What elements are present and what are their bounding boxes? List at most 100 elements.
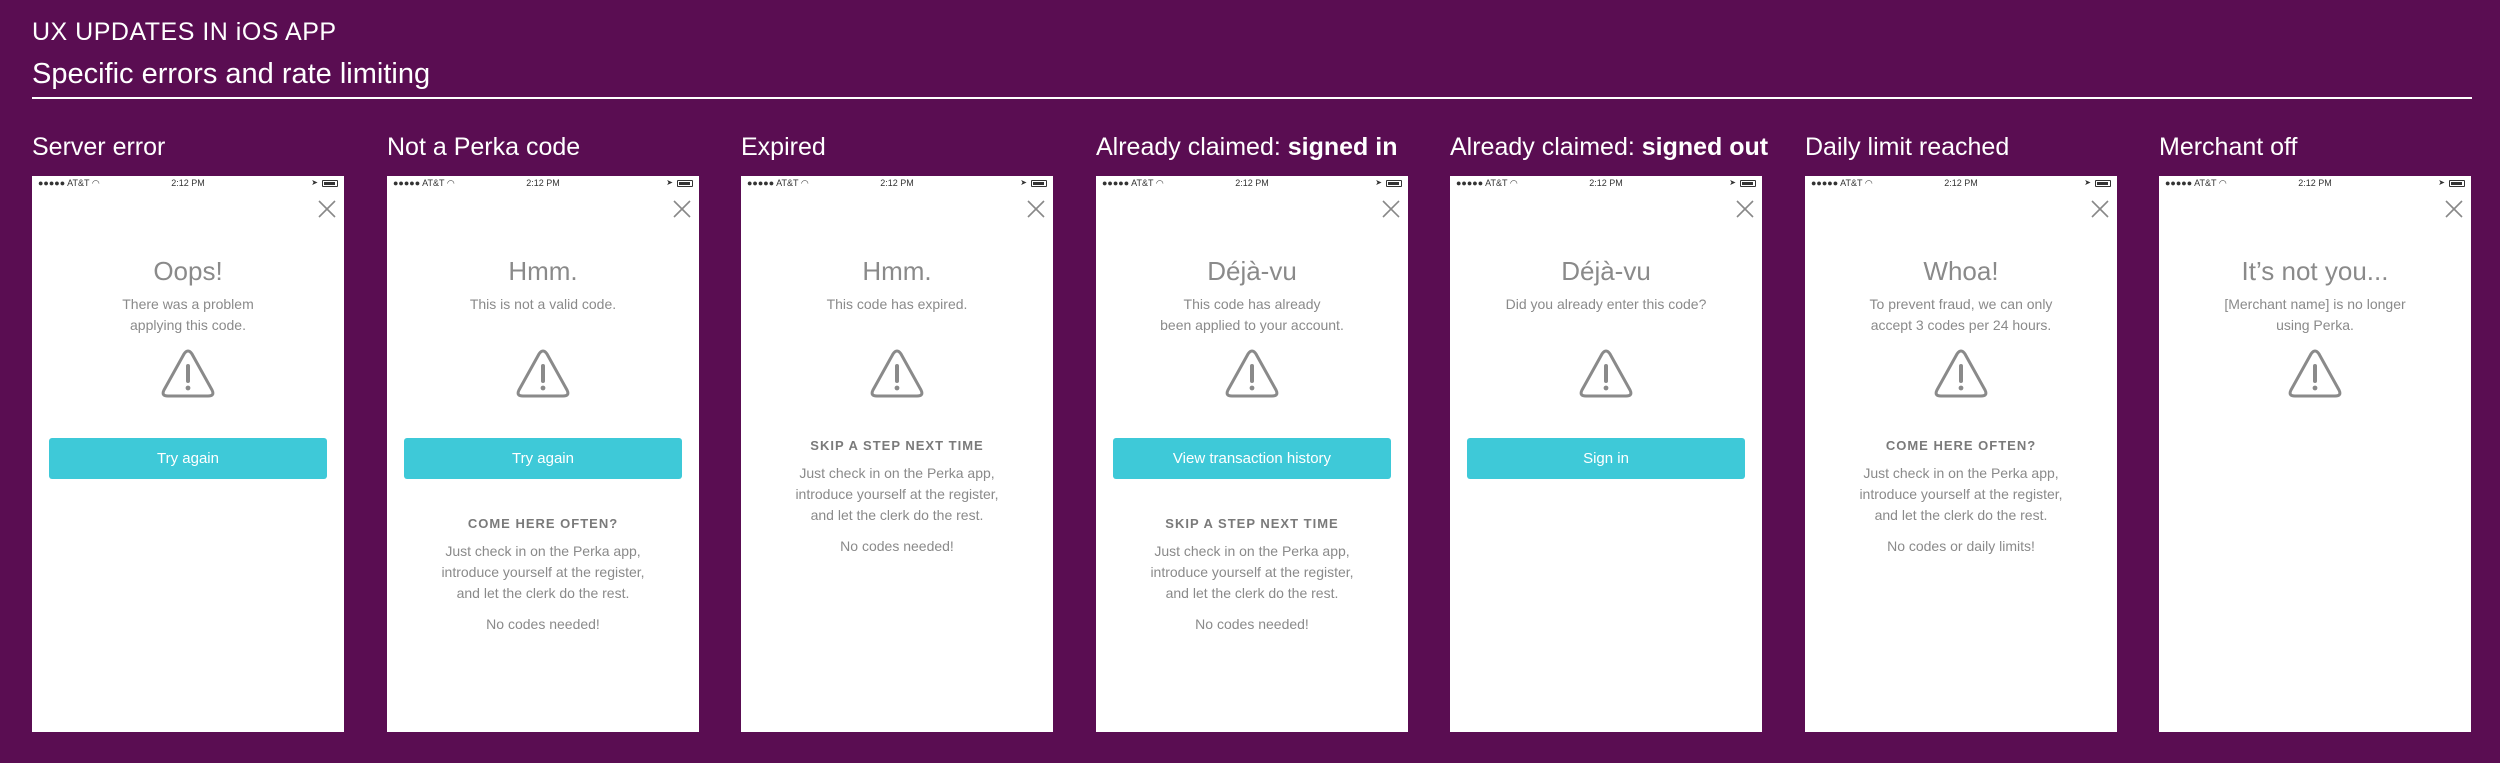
battery-icon (1386, 179, 1402, 187)
status-bar: ●●●●● AT&T ◠ 2:12 PM ➤ (32, 176, 344, 190)
status-right: ➤ (1375, 176, 1402, 190)
promo-title: COME HERE OFTEN? (467, 516, 619, 531)
status-right: ➤ (2438, 176, 2465, 190)
location-icon: ➤ (1375, 178, 1382, 187)
screen-label: Expired (741, 132, 1053, 166)
error-message: [Merchant name] is no longer using Perka… (2224, 296, 2406, 333)
warning-icon (516, 349, 570, 398)
try-again-button[interactable]: Try again (404, 438, 682, 479)
status-bar: ●●●●● AT&T ◠ 2:12 PM ➤ (2159, 176, 2471, 190)
location-icon: ➤ (311, 178, 318, 187)
error-heading: Oops! (153, 256, 223, 286)
battery-icon (677, 179, 693, 187)
screen-panel-already-claimed-signed-in: Already claimed: signed in ●●●●● AT&T ◠ 2:… (1096, 132, 1408, 732)
promo-block: COME HERE OFTEN? Just check in on the Per… (397, 516, 689, 632)
promo-footnote: No codes needed! (840, 538, 954, 554)
location-icon: ➤ (2084, 178, 2091, 187)
screen-label-text: Already claimed: (1450, 133, 1642, 161)
warning-icon (870, 349, 924, 398)
battery-icon (1740, 179, 1756, 187)
error-message: There was a problem applying this code. (122, 296, 254, 333)
page-subtitle: Specific errors and rate limiting (32, 58, 431, 90)
promo-title: SKIP A STEP NEXT TIME (1165, 516, 1339, 531)
screen-label-text: Not a Perka code (387, 133, 581, 161)
close-icon[interactable] (671, 198, 693, 220)
status-bar: ●●●●● AT&T ◠ 2:12 PM ➤ (1805, 176, 2117, 190)
status-bar: ●●●●● AT&T ◠ 2:12 PM ➤ (1450, 176, 1762, 190)
status-right: ➤ (1729, 176, 1756, 190)
screen-label-bold: signed out (1641, 133, 1769, 161)
close-icon[interactable] (1025, 198, 1047, 220)
screen-panel-expired: Expired ●●●●● AT&T ◠ 2:12 PM ➤ Hmm. This code… (741, 132, 1053, 732)
battery-icon (2449, 179, 2465, 187)
warning-icon (1934, 349, 1988, 398)
phone-screen: ●●●●● AT&T ◠ 2:12 PM ➤ Déjà-vu Did you alrea… (1450, 176, 1762, 732)
close-icon[interactable] (2089, 198, 2111, 220)
promo-block: COME HERE OFTEN? Just check in on the Per… (1815, 438, 2107, 554)
status-right: ➤ (1020, 176, 1047, 190)
try-again-button[interactable]: Try again (49, 438, 327, 479)
phone-screen: ●●●●● AT&T ◠ 2:12 PM ➤ Déjà-vu This code has… (1096, 176, 1408, 732)
screen-label-text: Daily limit reached (1805, 133, 2010, 161)
screen-panel-not-a-perka-code: Not a Perka code ●●●●● AT&T ◠ 2:12 PM ➤ Hmm.… (387, 132, 699, 732)
location-icon: ➤ (1729, 178, 1736, 187)
status-bar: ●●●●● AT&T ◠ 2:12 PM ➤ (1096, 176, 1408, 190)
sign-in-button[interactable]: Sign in (1467, 438, 1745, 479)
battery-icon (322, 179, 338, 187)
location-icon: ➤ (666, 178, 673, 187)
screen-label: Daily limit reached (1805, 132, 2117, 166)
promo-footnote: No codes needed! (486, 616, 600, 632)
error-heading: Whoa! (1923, 256, 1999, 286)
battery-icon (1031, 179, 1047, 187)
error-heading: Déjà-vu (1561, 256, 1651, 286)
status-time: 2:12 PM (1235, 178, 1269, 188)
promo-body: Just check in on the Perka app, introduc… (795, 465, 999, 523)
close-icon[interactable] (2443, 198, 2465, 220)
close-icon[interactable] (316, 198, 338, 220)
promo-block: SKIP A STEP NEXT TIME Just check in on th… (751, 438, 1043, 554)
promo-footnote: No codes or daily limits! (1887, 538, 2035, 554)
status-time: 2:12 PM (1589, 178, 1623, 188)
promo-title: SKIP A STEP NEXT TIME (810, 438, 984, 453)
status-time: 2:12 PM (2298, 178, 2332, 188)
screen-panel-daily-limit-reached: Daily limit reached ●●●●● AT&T ◠ 2:12 PM ➤ W… (1805, 132, 2117, 732)
status-time: 2:12 PM (880, 178, 914, 188)
screen-panel-merchant-off: Merchant off ●●●●● AT&T ◠ 2:12 PM ➤ It’s not… (2159, 132, 2471, 732)
error-message: Did you already enter this code? (1505, 296, 1707, 312)
screen-label-text: Server error (32, 133, 166, 161)
screen-label: Merchant off (2159, 132, 2471, 166)
page-title: UX UPDATES IN iOS APP (32, 18, 337, 46)
status-bar: ●●●●● AT&T ◠ 2:12 PM ➤ (741, 176, 1053, 190)
promo-footnote: No codes needed! (1195, 616, 1309, 632)
status-time: 2:12 PM (171, 178, 205, 188)
screen-panel-already-claimed-signed-out: Already claimed: signed out ●●●●● AT&T ◠ 2… (1450, 132, 1768, 732)
status-time: 2:12 PM (526, 178, 560, 188)
phone-screen: ●●●●● AT&T ◠ 2:12 PM ➤ Whoa! To prevent frau… (1805, 176, 2117, 732)
view-transaction-history-button[interactable]: View transaction history (1113, 438, 1391, 479)
screen-label: Not a Perka code (387, 132, 699, 166)
error-message: To prevent fraud, we can only accept 3 c… (1869, 296, 2053, 333)
screen-panel-server-error: Server error ●●●●● AT&T ◠ 2:12 PM ➤ Oops! The… (32, 132, 344, 732)
screen-label: Server error (32, 132, 344, 166)
warning-icon (161, 349, 215, 398)
error-heading: Hmm. (862, 256, 932, 286)
screen-label: Already claimed: signed in (1096, 132, 1408, 166)
phone-screen: ●●●●● AT&T ◠ 2:12 PM ➤ Hmm. This is not a va… (387, 176, 699, 732)
status-time: 2:12 PM (1944, 178, 1978, 188)
warning-icon (2288, 349, 2342, 398)
screen-label: Already claimed: signed out (1450, 132, 1768, 166)
promo-body: Just check in on the Perka app, introduc… (441, 543, 645, 601)
header-divider (32, 97, 2472, 99)
close-icon[interactable] (1380, 198, 1402, 220)
close-icon[interactable] (1734, 198, 1756, 220)
warning-icon (1225, 349, 1279, 398)
battery-icon (2095, 179, 2111, 187)
screen-label-bold: signed in (1287, 133, 1398, 161)
promo-body: Just check in on the Perka app, introduc… (1859, 465, 2063, 523)
status-right: ➤ (666, 176, 693, 190)
screen-label-text: Expired (741, 133, 826, 161)
error-heading: Hmm. (508, 256, 578, 286)
error-message: This code has already been applied to yo… (1160, 296, 1344, 333)
promo-body: Just check in on the Perka app, introduc… (1150, 543, 1354, 601)
error-heading: It’s not you... (2241, 256, 2389, 286)
